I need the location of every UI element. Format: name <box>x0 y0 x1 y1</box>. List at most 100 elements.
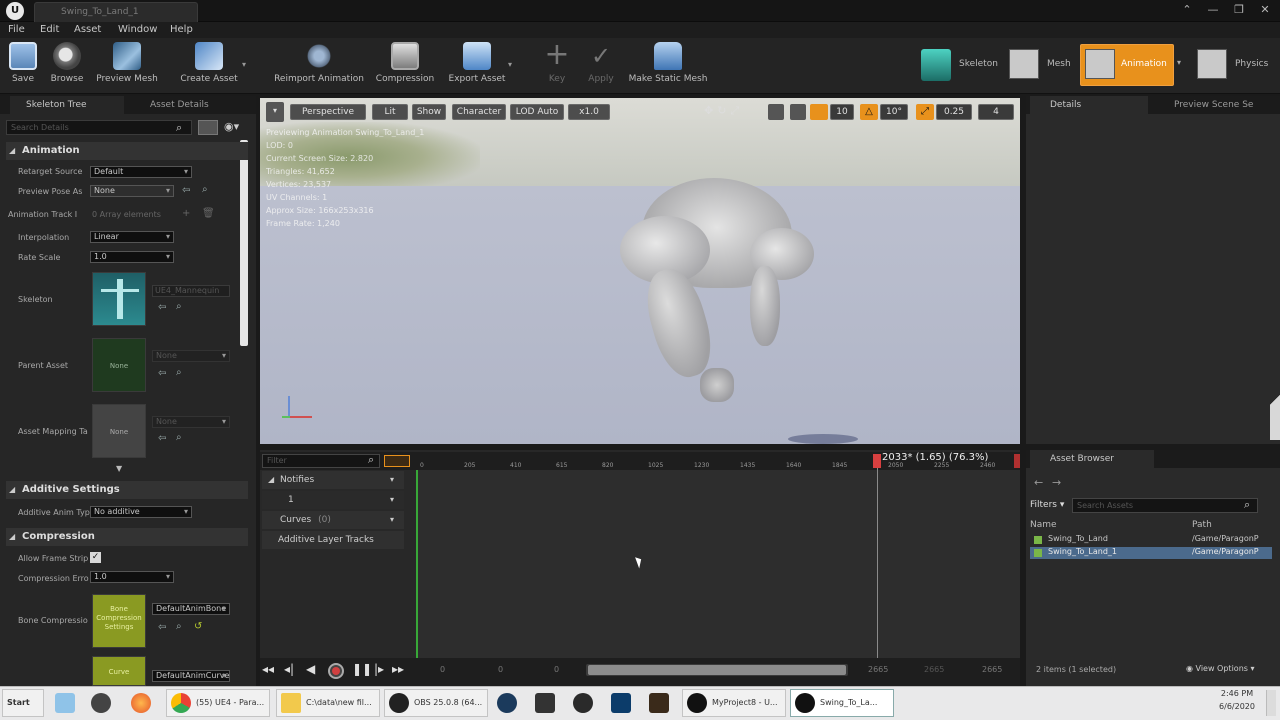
start-button[interactable]: Start <box>2 689 44 717</box>
asset-mapping-browse-icon[interactable]: ⌕ <box>176 432 182 443</box>
menu-help[interactable]: Help <box>170 23 193 37</box>
rotation-snap-value[interactable]: 10° <box>880 104 908 120</box>
range-working-start[interactable]: 0 <box>554 665 559 674</box>
lit-button[interactable]: Lit <box>372 104 408 120</box>
asset-row-2-selected[interactable]: Swing_To_Land_1 /Game/ParagonP <box>1030 547 1272 559</box>
range-end-field[interactable]: 2665 <box>982 665 1002 674</box>
range-view-start[interactable]: 0 <box>498 665 503 674</box>
mode-animation[interactable]: Animation <box>1080 44 1174 86</box>
retarget-source-combo[interactable]: Default <box>90 166 192 178</box>
step-forward-icon[interactable]: |▸ <box>374 662 384 676</box>
minimize-button[interactable]: — <box>1202 2 1224 18</box>
step-back-icon[interactable]: ◂| <box>284 662 294 676</box>
document-tab[interactable]: Swing_To_Land_1 <box>34 2 198 22</box>
track-notifies[interactable]: Notifies <box>262 471 404 489</box>
clock[interactable]: 2:46 PM 6/6/2020 <box>1214 689 1260 711</box>
show-button[interactable]: Show <box>412 104 446 120</box>
track-notify-1[interactable]: 1 <box>262 491 404 509</box>
mode-skeleton[interactable]: Skeleton <box>914 44 1004 86</box>
taskbar-unreal-project[interactable]: MyProject8 - U... <box>682 689 786 717</box>
allow-frame-strip-checkbox[interactable]: ✓ <box>90 552 101 563</box>
section-collapse-icon-2[interactable]: ◢ <box>9 481 15 499</box>
skeleton-asset-name[interactable]: UE4_Mannequin <box>152 285 230 297</box>
skeleton-browse-icon[interactable]: ⌕ <box>176 301 182 312</box>
play-reverse-icon[interactable]: ◀ <box>306 662 315 676</box>
feedback-icon[interactable]: ⌃ <box>1176 2 1198 18</box>
timeline-track-area[interactable] <box>418 470 1020 658</box>
browse-button[interactable]: Browse <box>48 42 86 90</box>
timeline-range-slider[interactable] <box>586 664 848 676</box>
menu-asset[interactable]: Asset <box>74 23 101 37</box>
tab-asset-details[interactable]: Asset Details <box>134 96 209 114</box>
range-view-end[interactable]: 2665 <box>924 665 944 674</box>
playback-speed-button[interactable]: x1.0 <box>568 104 610 120</box>
taskbar-circle-app[interactable] <box>568 689 602 717</box>
section-animation[interactable]: Animation <box>6 142 248 160</box>
rate-scale-field[interactable]: 1.0 <box>90 251 174 263</box>
notify-1-dropdown-icon[interactable]: ▾ <box>390 491 394 509</box>
show-desktop-button[interactable] <box>1266 690 1276 716</box>
taskbar-firefox[interactable] <box>126 689 162 717</box>
curves-dropdown-icon[interactable]: ▾ <box>390 511 394 529</box>
interpolation-combo[interactable]: Linear <box>90 231 174 243</box>
bone-compression-combo[interactable]: DefaultAnimBone <box>152 603 230 615</box>
key-button[interactable]: + Key <box>540 40 574 90</box>
apply-button[interactable]: ✓ Apply <box>584 42 618 90</box>
compression-error-field[interactable]: 1.0 <box>90 571 174 583</box>
bone-compression-reset-icon[interactable]: ↺ <box>194 621 202 632</box>
asset-mapping-thumbnail[interactable]: None <box>92 404 146 458</box>
skeleton-thumbnail[interactable] <box>92 272 146 326</box>
parent-asset-combo[interactable]: None <box>152 350 230 362</box>
scale-snap-value[interactable]: 0.25 <box>936 104 972 120</box>
notifies-dropdown-icon[interactable]: ▾ <box>390 471 394 489</box>
camera-speed-value[interactable]: 4 <box>978 104 1014 120</box>
property-matrix-button[interactable] <box>198 120 218 135</box>
range-slider-handle[interactable] <box>588 665 846 675</box>
rotation-snap-icon[interactable]: △ <box>860 104 878 120</box>
tab-skeleton-tree[interactable]: Skeleton Tree <box>10 96 124 114</box>
taskbar-unreal-animation[interactable]: Swing_To_La... <box>790 689 894 717</box>
taskbar-photoshop[interactable] <box>606 689 640 717</box>
jump-to-start-icon[interactable]: ◂◂ <box>262 662 274 676</box>
scale-snap-icon[interactable]: ⤢ <box>916 104 934 120</box>
range-working-end[interactable]: 2665 <box>868 665 888 674</box>
parent-asset-use-arrow-icon[interactable]: ⇦ <box>158 368 166 379</box>
mode-mesh[interactable]: Mesh <box>1008 44 1078 86</box>
taskbar-obs[interactable]: OBS 25.0.8 (64... <box>384 689 488 717</box>
mode-physics[interactable]: Physics <box>1192 44 1280 86</box>
asset-mapping-use-arrow-icon[interactable]: ⇦ <box>158 433 166 444</box>
maximize-button[interactable]: ❐ <box>1228 2 1250 18</box>
filters-button[interactable]: Filters ▾ <box>1030 500 1064 510</box>
notifies-collapse-icon[interactable]: ◢ <box>268 471 274 489</box>
curve-compression-thumbnail[interactable]: Curve <box>92 656 146 686</box>
add-element-icon[interactable]: + <box>182 208 190 219</box>
section-additive-settings[interactable]: Additive Settings <box>6 481 248 499</box>
asset-search-input[interactable]: Search Assets <box>1072 498 1258 513</box>
lod-auto-button[interactable]: LOD Auto <box>510 104 564 120</box>
preview-pose-combo[interactable]: None <box>90 185 174 197</box>
close-button[interactable]: ✕ <box>1254 2 1276 18</box>
preview-mesh-button[interactable]: Preview Mesh <box>94 42 160 90</box>
column-name[interactable]: Name <box>1030 518 1180 532</box>
grid-snap-toggle[interactable] <box>810 104 828 120</box>
playhead-marker[interactable] <box>873 454 881 468</box>
expand-more-icon[interactable]: ▼ <box>116 464 122 473</box>
curve-compression-combo[interactable]: DefaultAnimCurve <box>152 670 230 682</box>
parent-asset-thumbnail[interactable]: None <box>92 338 146 392</box>
track-curves[interactable]: Curves (0) <box>262 511 404 529</box>
view-options-button[interactable]: ◉ View Options ▾ <box>1186 664 1255 673</box>
use-selected-arrow-icon[interactable]: ⇦ <box>182 185 190 196</box>
tab-preview-scene-settings[interactable]: Preview Scene Se <box>1156 96 1253 114</box>
column-path[interactable]: Path <box>1192 518 1272 532</box>
pause-icon[interactable]: ❚❚ <box>352 662 372 676</box>
taskbar-steam[interactable] <box>492 689 526 717</box>
tab-details[interactable]: Details <box>1030 96 1148 114</box>
timeline-filter-input[interactable]: Filter <box>262 454 380 468</box>
taskbar-chrome[interactable]: (55) UE4 - Para... <box>166 689 270 717</box>
section-collapse-icon-3[interactable]: ◢ <box>9 528 15 546</box>
bone-compression-use-arrow-icon[interactable]: ⇦ <box>158 622 166 633</box>
export-asset-button[interactable]: Export Asset <box>446 42 508 90</box>
section-collapse-icon[interactable]: ◢ <box>9 142 15 160</box>
bone-compression-browse-icon[interactable]: ⌕ <box>176 621 182 632</box>
taskbar-wacom[interactable] <box>644 689 678 717</box>
